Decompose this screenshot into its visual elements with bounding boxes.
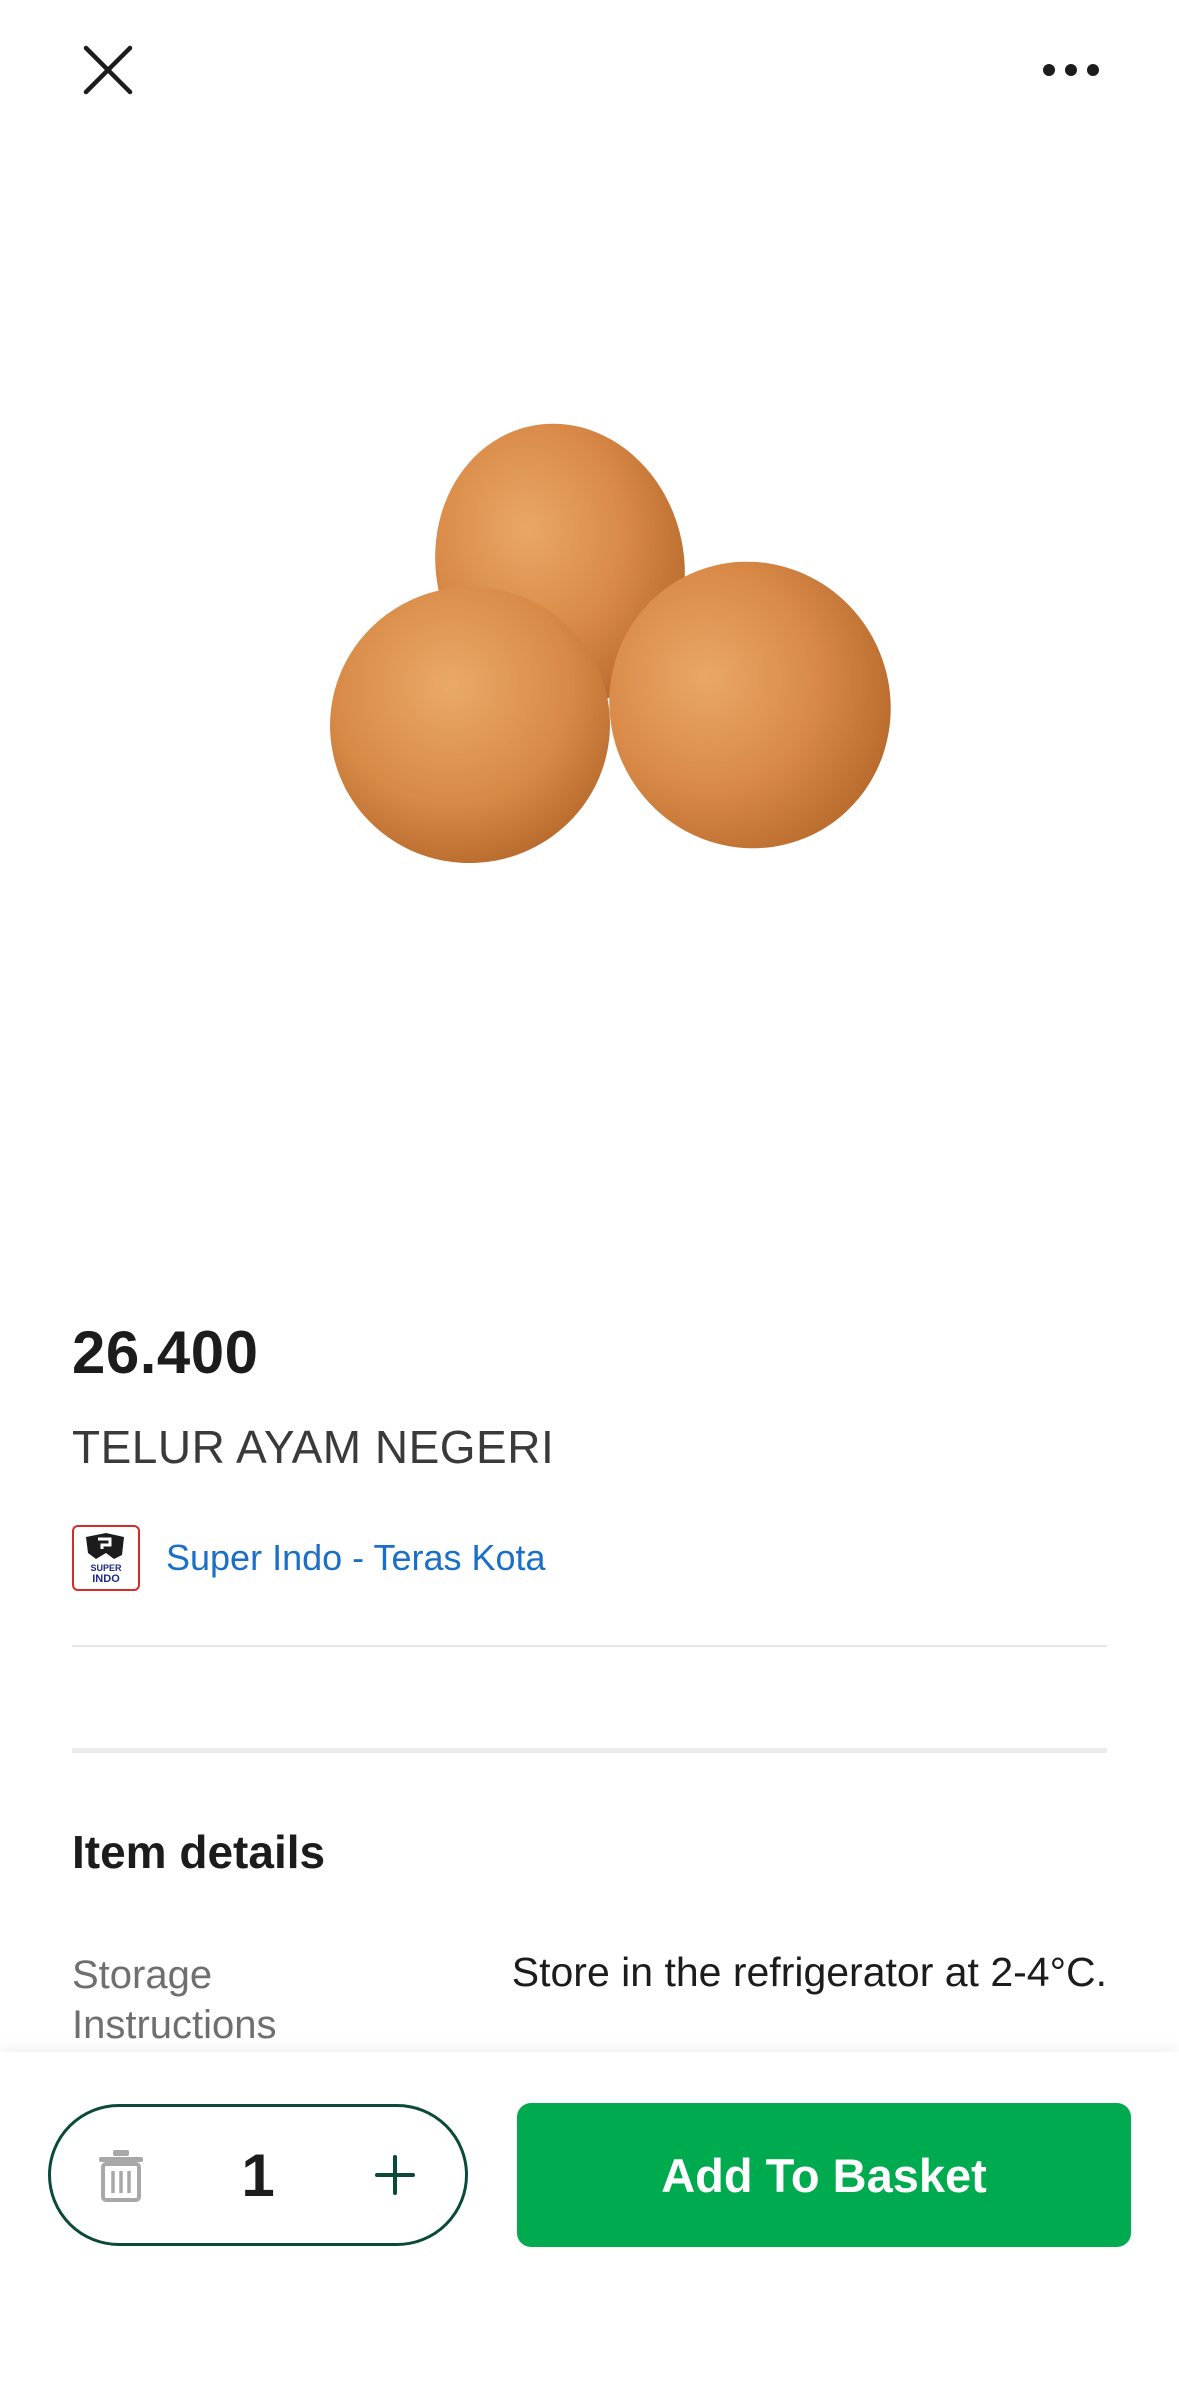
- product-price: 26.400: [72, 1319, 259, 1386]
- close-button[interactable]: [72, 34, 144, 106]
- delete-button[interactable]: [81, 2135, 161, 2215]
- more-horizontal-icon: [1043, 64, 1099, 76]
- section-divider: [72, 1748, 1107, 1753]
- item-details-title: Item details: [72, 1826, 326, 1878]
- super-indo-logo: SUPER INDO: [72, 1525, 140, 1591]
- brown-eggs-image: [329, 423, 891, 864]
- bottom-action-bar: 1 Add To Basket: [0, 2052, 1179, 2396]
- trash-icon: [99, 2150, 143, 2202]
- storage-instructions-label: Storage Instructions: [72, 1953, 277, 2047]
- product-name: TELUR AYAM NEGERI: [72, 1421, 555, 1473]
- store-name: Super Indo - Teras Kota: [166, 1537, 546, 1578]
- close-icon: [83, 45, 133, 95]
- product-detail-screen: 26.400 TELUR AYAM NEGERI SUPER INDO Supe…: [0, 0, 1179, 2396]
- top-bar: [0, 0, 1179, 140]
- svg-text:INDO: INDO: [92, 1573, 120, 1585]
- more-options-button[interactable]: [1035, 34, 1107, 106]
- storage-instructions-value: Store in the refrigerator at 2-4°C.: [511, 1949, 1107, 1995]
- plus-icon: [375, 2155, 415, 2195]
- svg-text:SUPER: SUPER: [90, 1563, 122, 1573]
- product-image: [0, 300, 1179, 1000]
- increase-quantity-button[interactable]: [355, 2135, 435, 2215]
- quantity-value: 1: [241, 2141, 275, 2209]
- store-link[interactable]: SUPER INDO Super Indo - Teras Kota: [72, 1525, 546, 1591]
- add-to-basket-button[interactable]: Add To Basket: [517, 2103, 1131, 2247]
- quantity-stepper: 1: [48, 2104, 468, 2246]
- divider: [72, 1645, 1107, 1647]
